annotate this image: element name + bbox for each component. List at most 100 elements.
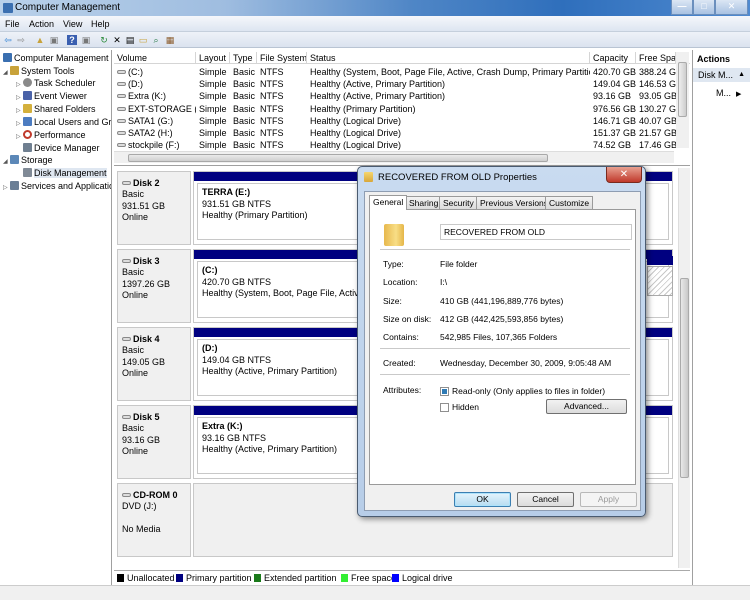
- window-title: Computer Management: [15, 2, 121, 13]
- menu-file[interactable]: File: [5, 19, 20, 29]
- folder-name-input[interactable]: RECOVERED FROM OLD: [440, 224, 632, 240]
- legend-logical-drive: Logical drive: [392, 573, 453, 583]
- read-only-checkbox[interactable]: [440, 387, 449, 396]
- volume-row[interactable]: Extra (K:) Simple Basic NTFS Healthy (Active…: [114, 90, 690, 102]
- cancel-button[interactable]: Cancel: [517, 492, 574, 507]
- dialog-close-button[interactable]: ✕: [606, 167, 642, 183]
- disk-view-vertical-scrollbar[interactable]: [678, 168, 690, 568]
- size-value: 410 GB (441,196,889,776 bytes): [440, 296, 564, 306]
- volume-cell-status: Healthy (Logical Drive): [310, 140, 402, 151]
- volume-cell-free: 17.46 GB: [639, 140, 676, 151]
- disk-state: No Media: [122, 524, 161, 534]
- tree-item-disk-management[interactable]: Disk Management: [23, 167, 107, 179]
- expander-icon[interactable]: ▷: [3, 182, 10, 194]
- volume-list-horizontal-scrollbar[interactable]: [114, 151, 674, 163]
- tree-item-local-users[interactable]: ▷Local Users and Groups: [16, 116, 111, 128]
- scroll-thumb[interactable]: [680, 278, 689, 478]
- tree-item-storage[interactable]: ◢ Storage: [3, 154, 53, 166]
- hidden-label[interactable]: Hidden: [452, 402, 479, 412]
- disk-size: 1397.26 GB: [122, 278, 171, 289]
- actions-section-disk-management[interactable]: Disk M... ▲: [693, 68, 750, 82]
- volume-cell-volume: SATA2 (H:): [114, 127, 196, 139]
- expander-icon[interactable]: ◢: [3, 67, 10, 79]
- volume-cell-fs: NTFS: [260, 91, 284, 102]
- menu-bar: File Action View Help: [0, 16, 750, 32]
- tab-customize[interactable]: Customize: [545, 196, 594, 209]
- column-header-status[interactable]: Status: [307, 52, 590, 64]
- expander-icon[interactable]: ▷: [16, 131, 23, 143]
- volume-cell-type: Basic: [233, 115, 256, 126]
- column-header-capacity[interactable]: Capacity: [590, 52, 636, 64]
- collapse-icon[interactable]: ▲: [738, 68, 745, 82]
- search-icon[interactable]: ⌕: [151, 35, 161, 45]
- tree-item-system-tools[interactable]: ◢ System Tools: [3, 65, 74, 77]
- scroll-thumb[interactable]: [678, 62, 687, 117]
- tree-item-shared-folders[interactable]: ▷ Shared Folders: [16, 103, 96, 115]
- actions-more-actions[interactable]: M... ▶: [716, 88, 741, 98]
- volume-row[interactable]: (D:) Simple Basic NTFS Healthy (Active, Prim…: [114, 78, 690, 90]
- drive-icon: [117, 106, 126, 111]
- scroll-thumb[interactable]: [128, 154, 548, 162]
- disk-info-disk-5[interactable]: Disk 5 Basic 93.16 GB Online: [117, 405, 191, 479]
- up-folder-icon[interactable]: ▲: [35, 35, 45, 45]
- disk-info-disk-4[interactable]: Disk 4 Basic 149.05 GB Online: [117, 327, 191, 401]
- advanced-button[interactable]: Advanced...: [546, 399, 627, 414]
- tab-previous-versions[interactable]: Previous Versions: [476, 196, 553, 209]
- close-button[interactable]: ✕: [715, 0, 748, 15]
- legend-unallocated: Unallocated: [117, 573, 175, 583]
- tab-general[interactable]: General: [369, 195, 408, 210]
- tree-item-services-applications[interactable]: ▷Services and Applications: [3, 180, 111, 194]
- volume-row[interactable]: (C:) Simple Basic NTFS Healthy (System, Boot…: [114, 66, 690, 78]
- hidden-checkbox[interactable]: [440, 403, 449, 412]
- apply-button[interactable]: Apply: [580, 492, 637, 507]
- column-header-layout[interactable]: Layout: [196, 52, 230, 64]
- tree-item-computer-management[interactable]: Computer Management: [3, 52, 109, 64]
- properties-icon[interactable]: ▤: [125, 35, 135, 45]
- tree-item-device-manager[interactable]: Device Manager: [23, 142, 100, 154]
- delete-icon[interactable]: ✕: [112, 35, 122, 45]
- tree-item-event-viewer[interactable]: ▷ Event Viewer: [16, 90, 87, 102]
- refresh-icon[interactable]: ↻: [99, 35, 109, 45]
- selected-partition-hatch[interactable]: [647, 266, 673, 296]
- maximize-button[interactable]: □: [693, 0, 715, 15]
- volume-cell-type: Basic: [233, 140, 256, 151]
- help-icon[interactable]: ?: [67, 35, 77, 45]
- disk-info-cd-rom-0[interactable]: CD-ROM 0 DVD (J:) No Media: [117, 483, 191, 557]
- column-header-free-space[interactable]: Free Space: [636, 52, 676, 64]
- tab-security[interactable]: Security: [439, 196, 478, 209]
- show-hide-tree-icon[interactable]: ▣: [49, 35, 59, 45]
- tree-item-performance[interactable]: ▷ Performance: [16, 129, 86, 141]
- computer-icon: [3, 53, 12, 62]
- menu-action[interactable]: Action: [29, 19, 54, 29]
- volume-cell-volume: EXT-STORAGE (I:): [114, 103, 196, 115]
- volume-row[interactable]: stockpile (F:) Simple Basic NTFS Healthy (Lo…: [114, 139, 690, 151]
- volume-cell-type: Basic: [233, 103, 256, 114]
- volume-row[interactable]: EXT-STORAGE (I:)Simple Basic NTFS Healthy (…: [114, 103, 690, 115]
- drive-icon: [117, 70, 126, 74]
- back-icon[interactable]: ⇦: [3, 35, 13, 45]
- show-hide-action-pane-icon[interactable]: ▣: [81, 35, 91, 45]
- export-icon[interactable]: ▦: [165, 35, 175, 45]
- column-header-type[interactable]: Type: [230, 52, 257, 64]
- volume-row[interactable]: SATA1 (G:) Simple Basic NTFS Healthy (Logica…: [114, 115, 690, 127]
- menu-help[interactable]: Help: [91, 19, 110, 29]
- disk-info-disk-3[interactable]: Disk 3 Basic 1397.26 GB Online: [117, 249, 191, 323]
- ok-button[interactable]: OK: [454, 492, 511, 507]
- column-header-volume[interactable]: Volume: [114, 52, 196, 64]
- attributes-label: Attributes:: [383, 385, 422, 395]
- volume-row[interactable]: SATA2 (H:) Simple Basic NTFS Healthy (Logica…: [114, 127, 690, 139]
- column-header-file-system[interactable]: File System: [257, 52, 307, 64]
- disk-name: Disk 3: [122, 255, 190, 267]
- read-only-label[interactable]: Read-only (Only applies to files in fold…: [452, 386, 605, 396]
- forward-icon[interactable]: ⇨: [16, 35, 26, 45]
- minimize-button[interactable]: —: [671, 0, 693, 15]
- volume-cell-layout: Simple: [199, 128, 227, 138]
- tab-sharing[interactable]: Sharing: [405, 196, 443, 209]
- volume-list-vertical-scrollbar[interactable]: [676, 52, 689, 148]
- legend-extended-partition: Extended partition: [254, 573, 337, 583]
- expander-icon[interactable]: ◢: [3, 156, 10, 168]
- tree-item-task-scheduler[interactable]: ▷ Task Scheduler: [16, 77, 96, 89]
- disk-info-disk-2[interactable]: Disk 2 Basic 931.51 GB Online: [117, 171, 191, 245]
- menu-view[interactable]: View: [63, 19, 82, 29]
- open-icon[interactable]: ▭: [138, 35, 148, 45]
